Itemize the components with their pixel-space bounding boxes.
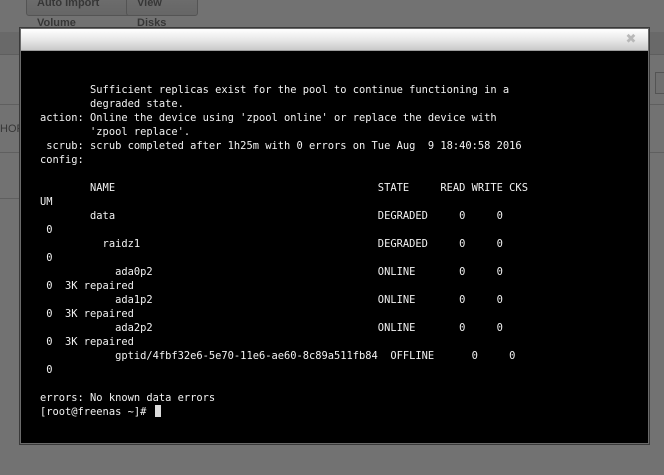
terminal-line: 0 bbox=[46, 252, 53, 264]
terminal-prompt: [root@freenas ~]# bbox=[40, 406, 153, 418]
terminal-text: Sufficient replicas exist for the pool t… bbox=[40, 84, 528, 404]
dialog-titlebar[interactable]: ✖ bbox=[21, 29, 648, 51]
terminal-line: action: Online the device using 'zpool o… bbox=[40, 112, 497, 124]
terminal-line: Sufficient replicas exist for the pool t… bbox=[90, 84, 510, 96]
terminal-line: 0 3K repaired bbox=[46, 280, 134, 292]
terminal-line: 'zpool replace'. bbox=[90, 126, 191, 138]
terminal-line: scrub: scrub completed after 1h25m with … bbox=[46, 140, 522, 152]
terminal-cursor bbox=[154, 405, 161, 417]
terminal-line: ada0p2 ONLINE 0 0 bbox=[115, 266, 503, 278]
terminal-line: raidz1 DEGRADED 0 0 bbox=[102, 238, 503, 250]
terminal-line: ada2p2 ONLINE 0 0 bbox=[115, 322, 503, 334]
terminal-line: degraded state. bbox=[90, 98, 184, 110]
terminal-line: 0 bbox=[46, 364, 53, 376]
terminal-line: ada1p2 ONLINE 0 0 bbox=[115, 294, 503, 306]
terminal-line: 0 bbox=[46, 224, 53, 236]
terminal-output[interactable]: Sufficient replicas exist for the pool t… bbox=[40, 83, 642, 419]
terminal-line: config: bbox=[40, 154, 84, 166]
terminal-line: UM bbox=[40, 196, 53, 208]
terminal-line: gptid/4fbf32e6-5e70-11e6-ae60-8c89a511fb… bbox=[115, 350, 516, 362]
terminal-line: errors: No known data errors bbox=[40, 392, 216, 404]
terminal-line: 0 3K repaired bbox=[46, 336, 134, 348]
close-icon[interactable]: ✖ bbox=[624, 32, 638, 46]
terminal-line: data DEGRADED 0 0 bbox=[90, 210, 503, 222]
shell-dialog: ✖ Sufficient replicas exist for the pool… bbox=[20, 28, 649, 444]
terminal-line: 0 3K repaired bbox=[46, 308, 134, 320]
terminal-line: NAME STATE READ WRITE CKS bbox=[90, 182, 528, 194]
